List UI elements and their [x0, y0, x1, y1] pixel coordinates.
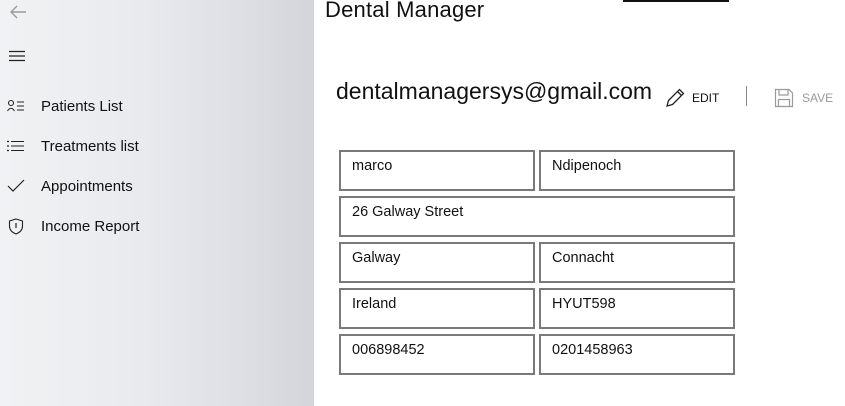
contact-list-icon	[7, 97, 25, 115]
country-field[interactable]: Ireland	[339, 288, 535, 329]
app-window: Patients List Treatments list Appointmen…	[0, 0, 845, 406]
mobile-field[interactable]: 0201458963	[539, 334, 735, 375]
checkmark-icon	[7, 177, 25, 195]
nav-item-treatments-list[interactable]: Treatments list	[0, 126, 314, 166]
pencil-icon	[666, 88, 685, 107]
menu-toggle-button[interactable]	[6, 45, 28, 67]
shield-icon	[7, 217, 25, 235]
navigation-pane: Patients List Treatments list Appointmen…	[0, 0, 314, 406]
nav-item-label: Patients List	[41, 97, 123, 115]
province-field[interactable]: Connacht	[539, 242, 735, 283]
app-title: Dental Manager	[325, 0, 485, 22]
nav-item-patients-list[interactable]: Patients List	[0, 86, 314, 126]
nav-item-label: Income Report	[41, 217, 140, 235]
nav-item-income-report[interactable]: Income Report	[0, 206, 314, 246]
back-button[interactable]	[6, 1, 30, 23]
back-arrow-icon	[10, 5, 26, 19]
postcode-field[interactable]: HYUT598	[539, 288, 735, 329]
save-button[interactable]: SAVE	[774, 86, 833, 110]
account-email: dentalmanagersys@gmail.com	[336, 78, 653, 104]
edit-button[interactable]: EDIT	[664, 86, 719, 110]
edit-button-label: EDIT	[692, 91, 720, 105]
hamburger-icon	[9, 50, 25, 62]
first-name-field[interactable]: marco	[339, 150, 535, 191]
save-button-label: SAVE	[802, 91, 834, 105]
address-field[interactable]: 26 Galway Street	[339, 196, 735, 237]
nav-item-label: Appointments	[41, 177, 133, 195]
tab-indicator	[623, 0, 729, 2]
nav-item-appointments[interactable]: Appointments	[0, 166, 314, 206]
last-name-field[interactable]: Ndipenoch	[539, 150, 735, 191]
nav-item-label: Treatments list	[41, 137, 139, 155]
bulleted-list-icon	[7, 137, 25, 155]
floppy-disk-icon	[774, 88, 794, 108]
city-field[interactable]: Galway	[339, 242, 535, 283]
toolbar-separator	[746, 86, 747, 106]
phone-field[interactable]: 006898452	[339, 334, 535, 375]
